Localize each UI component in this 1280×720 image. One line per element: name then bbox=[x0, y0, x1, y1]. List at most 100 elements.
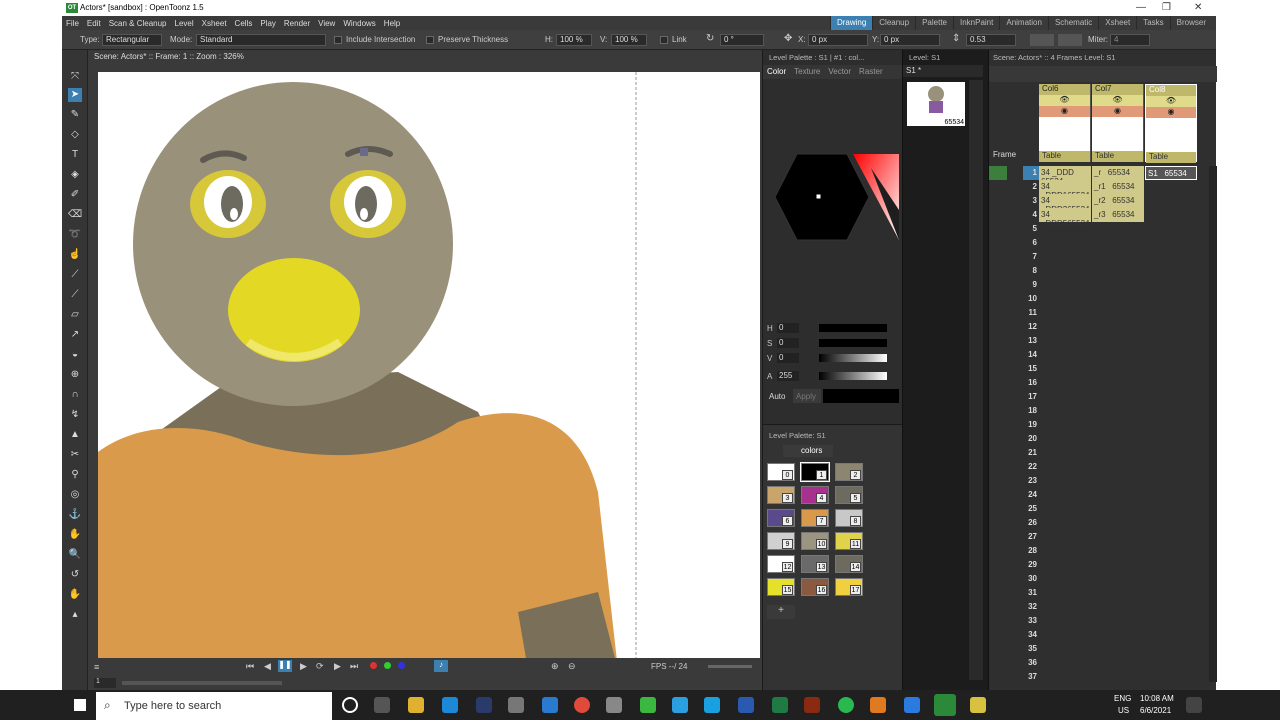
app-icon[interactable] bbox=[970, 697, 986, 713]
control-point-editor-icon[interactable]: ↗ bbox=[68, 328, 82, 342]
palette-swatch[interactable]: 3 bbox=[767, 486, 795, 504]
cortana-icon[interactable] bbox=[342, 697, 358, 713]
hand-tool-icon[interactable]: ✋ bbox=[68, 588, 82, 602]
y-position-field[interactable]: 0 px bbox=[880, 34, 940, 46]
xsheet-row[interactable]: 37 bbox=[989, 670, 1217, 684]
apply-button[interactable]: Apply bbox=[793, 389, 821, 403]
h-channel-slider[interactable] bbox=[819, 324, 887, 332]
file-explorer-icon[interactable] bbox=[408, 697, 424, 713]
xsheet-row[interactable]: 26 bbox=[989, 516, 1217, 530]
preserve-thickness-checkbox[interactable] bbox=[426, 36, 434, 44]
animate-tool-icon[interactable]: ⤧ bbox=[68, 70, 82, 84]
xsheet-row[interactable]: 11 bbox=[989, 306, 1217, 320]
palette-swatch[interactable]: 16 bbox=[801, 578, 829, 596]
xsheet-row[interactable]: 27 bbox=[989, 530, 1217, 544]
store-icon[interactable] bbox=[508, 697, 524, 713]
room-tab-xsheet[interactable]: Xsheet bbox=[1098, 16, 1137, 30]
xsheet-row[interactable]: 19 bbox=[989, 418, 1217, 432]
menu-view[interactable]: View bbox=[314, 19, 339, 28]
xsheet-row[interactable]: 5 bbox=[989, 222, 1217, 236]
xsheet-row[interactable]: 6 bbox=[989, 236, 1217, 250]
xsheet-row[interactable]: 4 34 _DDD565534 _r3 65534 bbox=[989, 208, 1217, 228]
xsheet-cell-selected[interactable]: S1 65534 bbox=[1145, 166, 1197, 180]
h-channel-field[interactable]: 0 bbox=[777, 323, 799, 333]
app-icon[interactable] bbox=[606, 697, 622, 713]
xsheet-row[interactable]: 32 bbox=[989, 600, 1217, 614]
iron-tool-icon[interactable]: ▲ bbox=[68, 428, 82, 442]
v-channel-field[interactable]: 0 bbox=[777, 353, 799, 363]
palette-swatch[interactable]: 5 bbox=[835, 486, 863, 504]
hook-tool-icon[interactable]: ⚓ bbox=[68, 508, 82, 522]
xsheet-scrollbar[interactable] bbox=[1209, 166, 1217, 682]
room-tab-drawing[interactable]: Drawing bbox=[829, 16, 873, 30]
viewer-menu-icon[interactable]: ≡ bbox=[94, 662, 99, 672]
style-picker-tool-icon[interactable]: ⟋ bbox=[68, 268, 82, 282]
tab-color[interactable]: Color bbox=[763, 65, 790, 79]
finger-tool-icon[interactable]: ☝ bbox=[68, 248, 82, 262]
room-tab-cleanup[interactable]: Cleanup bbox=[872, 16, 916, 30]
menu-render[interactable]: Render bbox=[280, 19, 314, 28]
cap-style-button[interactable] bbox=[1058, 34, 1082, 46]
room-tab-animation[interactable]: Animation bbox=[999, 16, 1048, 30]
menu-windows[interactable]: Windows bbox=[339, 19, 379, 28]
type-select[interactable]: Rectangular bbox=[102, 34, 162, 46]
xsheet-cell[interactable]: 34 _DDD 65534 bbox=[1039, 166, 1091, 186]
paint-brush-tool-icon[interactable]: ✐ bbox=[68, 188, 82, 202]
taskbar-search-input[interactable]: Type here to search bbox=[96, 692, 332, 720]
opentoonz-taskbar-icon[interactable] bbox=[934, 694, 956, 716]
menu-help[interactable]: Help bbox=[380, 19, 404, 28]
blender-icon[interactable] bbox=[870, 697, 886, 713]
palette-swatch[interactable]: 13 bbox=[801, 555, 829, 573]
minimize-button[interactable]: — bbox=[1136, 2, 1146, 13]
rotation-field[interactable]: 0 ° bbox=[720, 34, 764, 46]
tab-raster[interactable]: Raster bbox=[855, 65, 887, 79]
xsheet-row[interactable]: 25 bbox=[989, 502, 1217, 516]
plastic-tool-icon[interactable]: ✋ bbox=[68, 528, 82, 542]
xsheet-cell[interactable]: _r2 65534 bbox=[1092, 194, 1144, 208]
menu-play[interactable]: Play bbox=[256, 19, 280, 28]
add-style-button[interactable]: + bbox=[767, 605, 795, 619]
xsheet-row[interactable]: 23 bbox=[989, 474, 1217, 488]
room-tab-tasks[interactable]: Tasks bbox=[1136, 16, 1170, 30]
red-channel-button[interactable] bbox=[370, 662, 377, 669]
xsheet-row[interactable]: 36 bbox=[989, 656, 1217, 670]
fill-tool-icon[interactable]: ◈ bbox=[68, 168, 82, 182]
hexagon-color-wheel[interactable] bbox=[767, 150, 901, 246]
skype-icon[interactable] bbox=[704, 697, 720, 713]
notification-icon[interactable] bbox=[1186, 697, 1202, 713]
green-channel-button[interactable] bbox=[384, 662, 391, 669]
x-position-field[interactable]: 0 px bbox=[808, 34, 868, 46]
illustrator-icon[interactable] bbox=[804, 697, 820, 713]
a-channel-slider[interactable] bbox=[819, 372, 887, 380]
palette-swatch[interactable]: 11 bbox=[835, 532, 863, 550]
palette-swatch[interactable]: 7 bbox=[801, 509, 829, 527]
pause-button[interactable]: ❚❚ bbox=[278, 660, 292, 672]
xsheet-row[interactable]: 29 bbox=[989, 558, 1217, 572]
palette-swatch[interactable]: 8 bbox=[835, 509, 863, 527]
bender-tool-icon[interactable]: ↯ bbox=[68, 408, 82, 422]
tape-tool-icon[interactable]: ➰ bbox=[68, 228, 82, 242]
play-button[interactable]: ▶ bbox=[300, 661, 307, 672]
xsheet-cell[interactable]: 34 _DDD565534 bbox=[1039, 208, 1091, 228]
xsheet-row[interactable]: 9 bbox=[989, 278, 1217, 292]
xsheet-row[interactable]: 20 bbox=[989, 432, 1217, 446]
camstand-toggle-icon[interactable]: ◉ bbox=[1039, 106, 1090, 117]
thickness-field[interactable]: 0.53 bbox=[966, 34, 1016, 46]
prev-frame-button[interactable]: ◀ bbox=[264, 661, 271, 672]
palette-swatch[interactable]: 2 bbox=[835, 463, 863, 481]
tab-vector[interactable]: Vector bbox=[824, 65, 855, 79]
room-tab-schematic[interactable]: Schematic bbox=[1047, 16, 1099, 30]
room-tab-browser[interactable]: Browser bbox=[1169, 16, 1212, 30]
next-frame-button[interactable]: ▶ bbox=[334, 661, 341, 672]
zoom-out-icon[interactable]: ⊖ bbox=[568, 661, 576, 672]
xsheet-cell[interactable]: _r 65534 bbox=[1092, 166, 1144, 180]
xsheet-cell[interactable]: 34 _DDD365534 bbox=[1039, 194, 1091, 214]
xsheet-cell[interactable]: _r1 65534 bbox=[1092, 180, 1144, 194]
xsheet-row[interactable]: 22 bbox=[989, 460, 1217, 474]
magnet-tool-icon[interactable]: ∩ bbox=[68, 388, 82, 402]
menu-cells[interactable]: Cells bbox=[231, 19, 257, 28]
pump-tool-icon[interactable]: ⊕ bbox=[68, 368, 82, 382]
xsheet-cell[interactable]: 34 _DDD165534 bbox=[1039, 180, 1091, 200]
xsheet-row[interactable]: 24 bbox=[989, 488, 1217, 502]
frame-slider[interactable] bbox=[122, 681, 282, 685]
